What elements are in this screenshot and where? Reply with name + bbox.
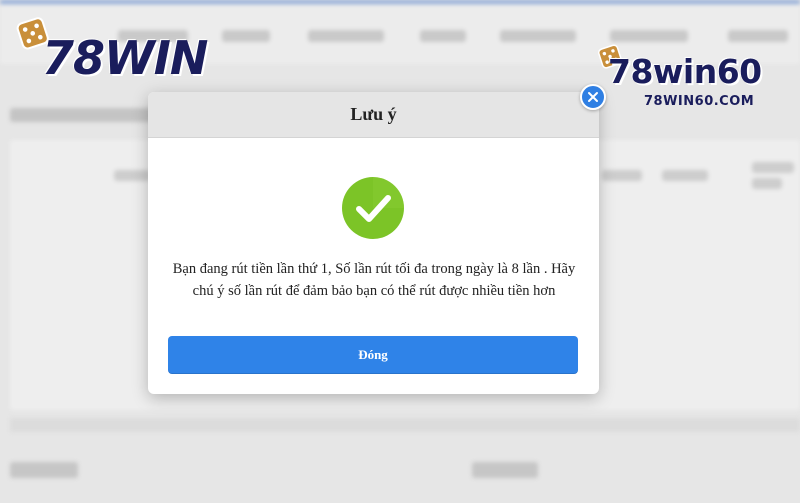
nav-item xyxy=(420,30,466,42)
nav-item xyxy=(222,30,270,42)
modal-message: Bạn đang rút tiền lần thứ 1, Số lần rút … xyxy=(172,261,576,299)
background-section-title xyxy=(10,462,78,478)
background-tab xyxy=(662,170,708,181)
background-tab xyxy=(602,170,642,181)
nav-item xyxy=(308,30,384,42)
check-icon xyxy=(342,177,404,239)
brand-name-right: 78win60 xyxy=(608,52,762,91)
nav-item xyxy=(500,30,576,42)
modal-title: Lưu ý xyxy=(350,104,397,124)
brand-name-left: 78WIN xyxy=(42,31,208,85)
background-heading xyxy=(10,108,160,122)
modal-header: Lưu ý xyxy=(148,92,599,138)
nav-item xyxy=(728,30,788,42)
background-divider xyxy=(10,418,800,432)
notice-modal: Lưu ý Bạn đang rút tiền lần thứ 1, Số lầ… xyxy=(148,92,599,394)
background-tab xyxy=(752,178,782,189)
nav-item xyxy=(610,30,688,42)
modal-close-button[interactable] xyxy=(580,84,606,110)
close-icon xyxy=(588,92,598,102)
brand-domain: 78WIN60.COM xyxy=(644,94,755,109)
close-modal-button[interactable]: Đóng xyxy=(168,336,578,374)
background-tab xyxy=(752,162,794,173)
background-tab xyxy=(114,170,150,181)
background-section-title xyxy=(472,462,538,478)
brand-logo-left: 78WIN xyxy=(12,12,212,86)
brand-logo-right: 78win60 78WIN60.COM xyxy=(596,42,796,112)
